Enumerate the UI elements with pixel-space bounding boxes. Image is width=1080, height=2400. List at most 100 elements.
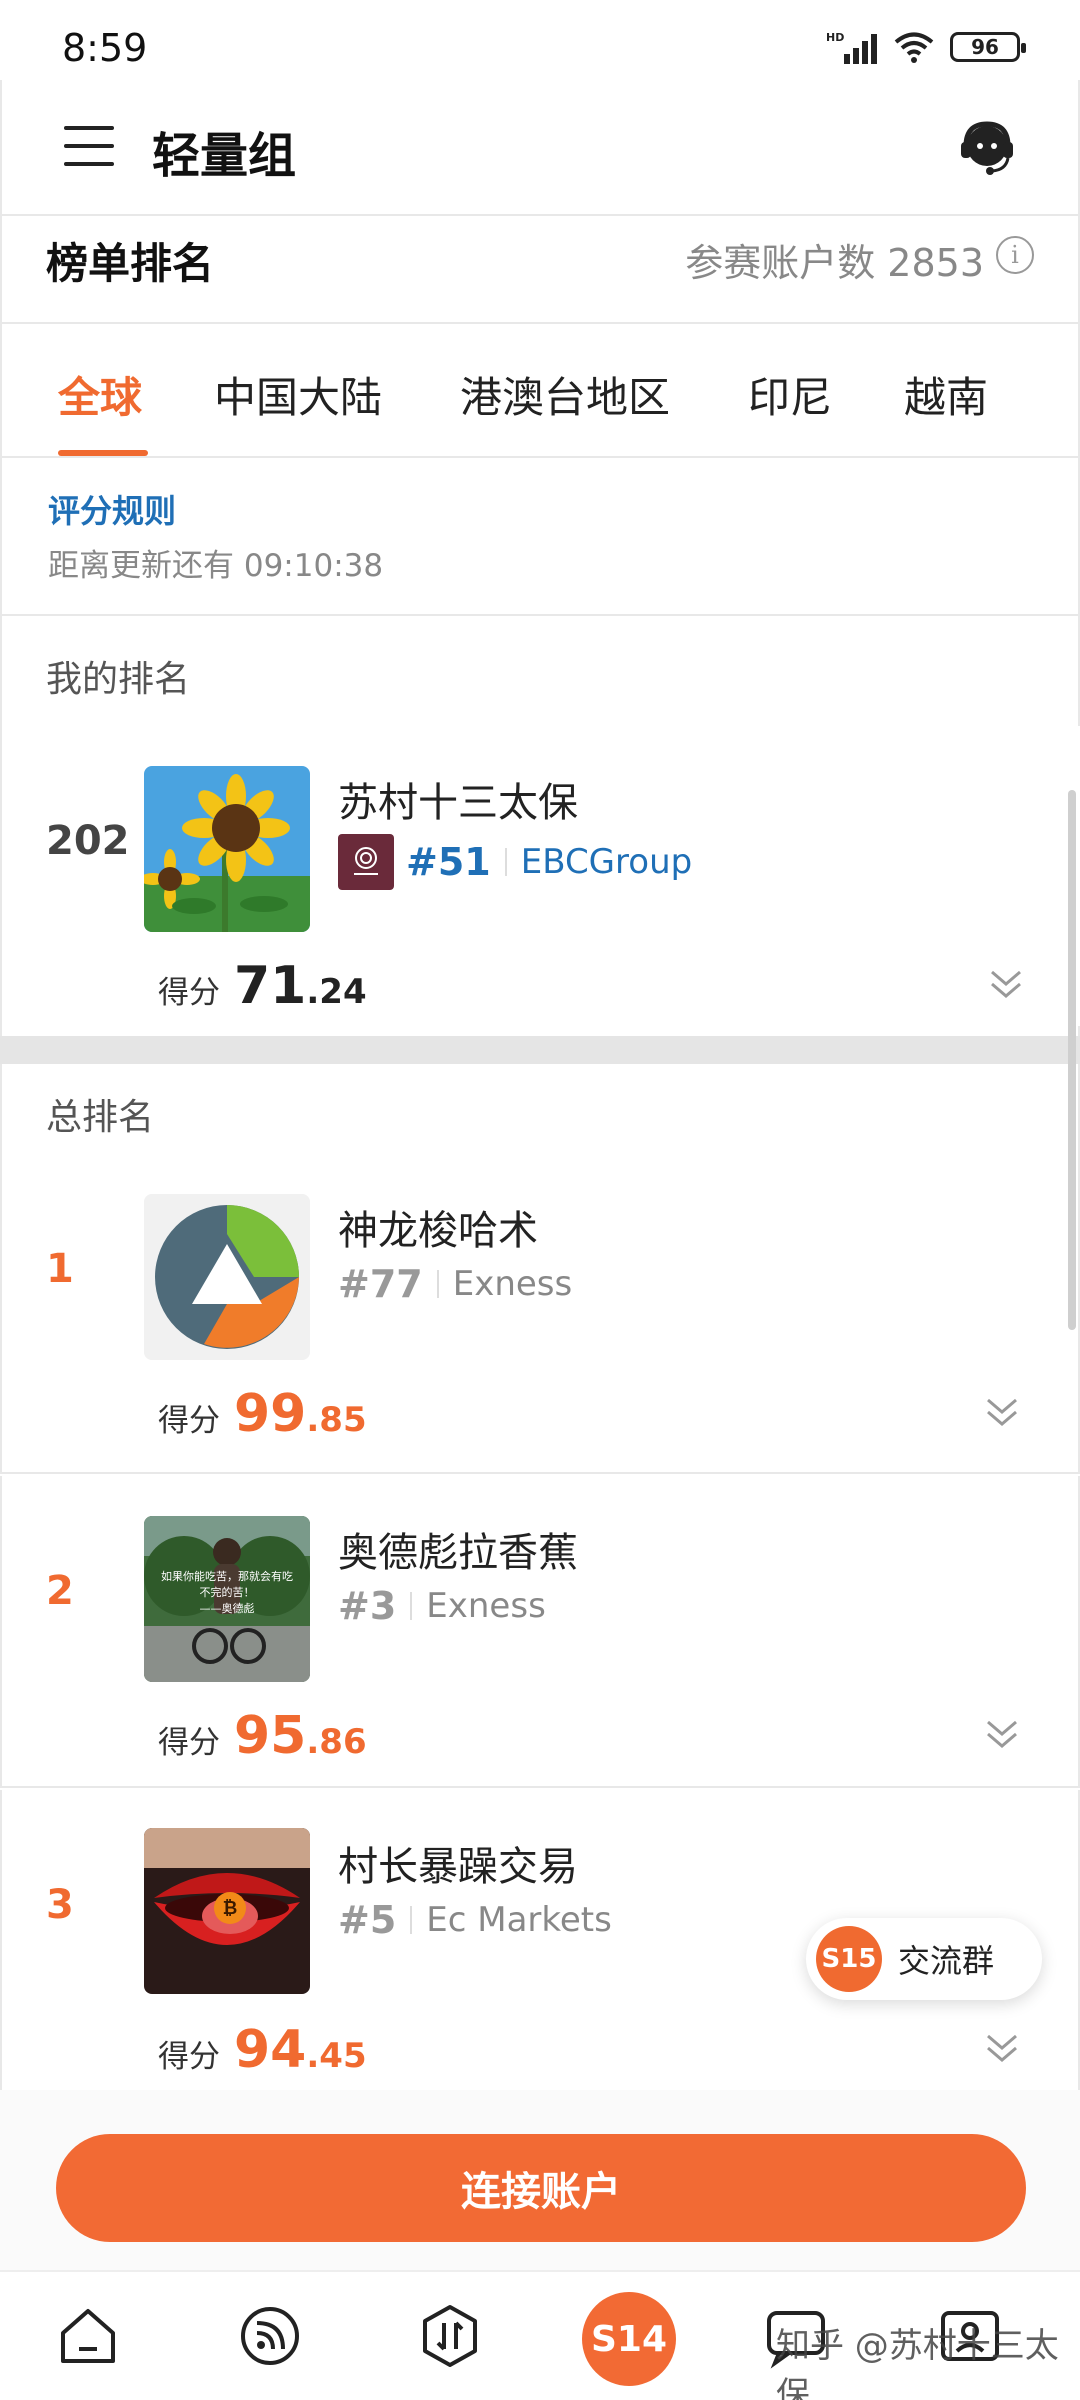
score: 得分 94 .45 — [158, 2020, 367, 2080]
score-decimal: .86 — [306, 1722, 367, 1762]
broker-name: Exness — [426, 1586, 546, 1626]
avatar — [144, 766, 310, 932]
group-badge: S15 — [816, 1926, 882, 1992]
scoring-rules-link[interactable]: 评分规则 — [48, 486, 176, 532]
network-label: HD — [826, 31, 844, 44]
score-label: 得分 — [158, 975, 220, 1011]
scrollbar[interactable] — [1068, 790, 1076, 1330]
chevron-double-down-icon[interactable] — [984, 1716, 1020, 1752]
score-integer: 94 — [234, 2020, 307, 2080]
score: 得分 95 .86 — [158, 1706, 367, 1766]
nickname: 奥德彪拉香蕉 — [338, 1530, 578, 1576]
avatar-caption-line-2: 不完的苦！ — [200, 1585, 255, 1599]
connect-account-button[interactable]: 连接账户 — [56, 2134, 1026, 2242]
rank-number: 3 — [46, 1882, 74, 1928]
overall-ranking-header: 总排名 — [0, 1064, 1080, 1154]
section-divider — [0, 1036, 1080, 1064]
broker-rank: #5 — [338, 1898, 397, 1942]
my-broker-rank: #51 — [406, 840, 491, 884]
list-item[interactable]: 1 神龙梭哈术 #77 Exness 得分 99 .85 — [0, 1154, 1080, 1474]
page-title: 轻量组 — [152, 128, 297, 184]
nav-season-button[interactable]: S14 — [582, 2292, 676, 2386]
leaderboard-title: 榜单排名 — [46, 239, 215, 288]
ebc-logo-icon — [338, 834, 394, 890]
battery-icon: 96 — [950, 32, 1026, 62]
broker-name: Ec Markets — [426, 1900, 612, 1940]
score: 得分 99 .85 — [158, 1384, 367, 1444]
broker-rank: #77 — [338, 1262, 423, 1306]
broker-name: Exness — [452, 1264, 573, 1304]
avatar-caption-line-3: ——奥德彪 — [200, 1601, 255, 1615]
nickname: 神龙梭哈术 — [338, 1208, 538, 1254]
status-bar: 8:59 HD 96 — [0, 0, 1080, 80]
broker-info: #3 Exness — [338, 1584, 546, 1628]
score-label: 得分 — [158, 2039, 220, 2075]
my-rank: 202 — [46, 818, 130, 864]
group-chat-label: 交流群 — [898, 1942, 995, 1980]
info-icon[interactable]: i — [996, 236, 1034, 274]
signal-icon: HD — [826, 31, 877, 64]
score-integer: 95 — [234, 1706, 307, 1766]
broker-rank: #3 — [338, 1584, 397, 1628]
tab-indicator — [58, 450, 148, 456]
svg-text:₿: ₿ — [223, 1898, 238, 1919]
wifi-icon — [894, 32, 934, 63]
my-broker-name[interactable]: EBCGroup — [521, 842, 692, 882]
logo-avatar-icon — [144, 1194, 310, 1360]
lips-coin-avatar-icon: ₿ — [144, 1828, 310, 1994]
score-label: 得分 — [158, 1403, 220, 1439]
trade-arrows-icon — [423, 2305, 477, 2367]
avatar — [144, 1194, 310, 1360]
tab-mainland-china[interactable]: 中国大陆 — [214, 364, 382, 425]
score-decimal: .85 — [306, 1400, 367, 1440]
chevron-double-down-icon[interactable] — [984, 1394, 1020, 1430]
status-icons: HD 96 — [826, 30, 1026, 64]
avatar: 如果你能吃苦，那就会有吃 不完的苦！ ——奥德彪 — [144, 1516, 310, 1682]
status-time: 8:59 — [62, 26, 148, 70]
score-decimal: .24 — [306, 972, 367, 1012]
tab-hk-macau-taiwan[interactable]: 港澳台地区 — [460, 364, 670, 425]
sunflower-avatar-icon — [144, 766, 310, 932]
overall-ranking-title: 总排名 — [46, 1097, 155, 1138]
chevron-double-down-icon[interactable] — [984, 2030, 1020, 2066]
broadcast-icon — [241, 2307, 299, 2365]
participants-count: 参赛账户数 2853 — [685, 241, 984, 285]
bottom-action-panel: 连接账户 — [0, 2090, 1080, 2270]
nav-home[interactable] — [52, 2300, 124, 2372]
my-ranking-section: 我的排名 202 苏村十三太保 #51 EBCGroup 得分 71 .24 — [0, 616, 1080, 1036]
watermark: 知乎 @苏村十三太保 — [776, 2326, 1059, 2400]
my-score: 得分 71 .24 — [158, 956, 367, 1016]
my-nickname: 苏村十三太保 — [338, 780, 578, 826]
broker-info: #77 Exness — [338, 1262, 572, 1306]
tab-vietnam[interactable]: 越南 — [904, 364, 988, 425]
tab-global[interactable]: 全球 — [58, 364, 142, 425]
rank-number: 2 — [46, 1568, 74, 1614]
my-ranking-title: 我的排名 — [46, 659, 191, 700]
avatar-caption-line-1: 如果你能吃苦，那就会有吃 — [161, 1569, 293, 1583]
headset-icon[interactable] — [956, 116, 1018, 178]
score-label: 得分 — [158, 1725, 220, 1761]
score-integer: 71 — [234, 956, 307, 1016]
my-ranking-entry[interactable]: 202 苏村十三太保 #51 EBCGroup 得分 71 .24 — [2, 726, 1080, 1026]
app-screen: 8:59 HD 96 轻量组 榜单排名 参赛账户数 2853 i 全球 中国大陆… — [0, 0, 1080, 2400]
update-countdown: 距离更新还有 09:10:38 — [48, 548, 384, 584]
app-header: 轻量组 — [0, 80, 1080, 216]
my-broker-info: #51 EBCGroup — [338, 834, 692, 890]
rank-number: 1 — [46, 1246, 74, 1292]
avatar: ₿ — [144, 1828, 310, 1994]
menu-icon[interactable] — [64, 126, 114, 166]
broker-info: #5 Ec Markets — [338, 1898, 612, 1942]
score-decimal: .45 — [306, 2036, 367, 2076]
score-integer: 99 — [234, 1384, 307, 1444]
cyclist-avatar-icon: 如果你能吃苦，那就会有吃 不完的苦！ ——奥德彪 — [144, 1516, 310, 1682]
leaderboard-header: 榜单排名 参赛账户数 2853 i — [0, 216, 1080, 324]
nav-feed[interactable] — [234, 2300, 306, 2372]
group-chat-button[interactable]: S15 交流群 — [806, 1918, 1042, 2000]
bottom-nav: S14 知乎 @苏村十三太保 — [0, 2270, 1080, 2400]
nav-trade[interactable] — [414, 2300, 486, 2372]
rules-block: 评分规则 距离更新还有 09:10:38 — [0, 458, 1080, 616]
region-tabs: 全球 中国大陆 港澳台地区 印尼 越南 — [0, 324, 1080, 458]
chevron-double-down-icon[interactable] — [988, 966, 1024, 1002]
tab-indonesia[interactable]: 印尼 — [748, 364, 832, 425]
list-item[interactable]: 2 如果你能吃苦，那就会有吃 不完的苦！ ——奥德彪 奥德彪拉香蕉 #3 Exn… — [0, 1476, 1080, 1788]
